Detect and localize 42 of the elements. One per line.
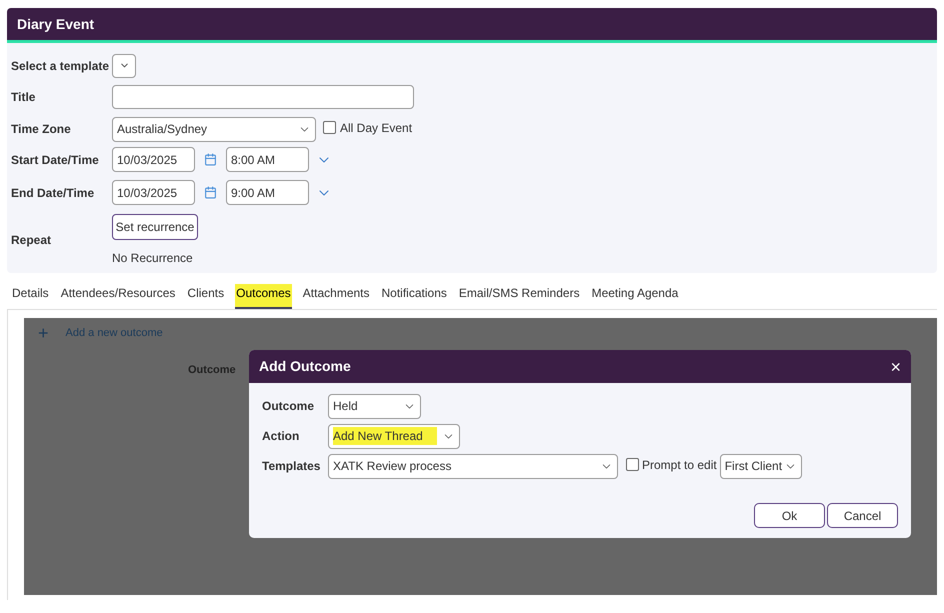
field-label: Outcome bbox=[262, 398, 316, 415]
tab[interactable]: Outcomes bbox=[235, 284, 292, 309]
client-select[interactable]: First Client bbox=[720, 454, 802, 478]
calendar-icon[interactable] bbox=[204, 153, 217, 166]
calendar-icon[interactable] bbox=[204, 186, 217, 199]
checkbox[interactable] bbox=[323, 121, 336, 134]
time-field[interactable]: 9:00 AM bbox=[226, 180, 309, 205]
checkbox[interactable] bbox=[626, 458, 639, 471]
dialog-button[interactable]: Cancel bbox=[827, 503, 898, 528]
field-label: Start Date/Time bbox=[11, 152, 100, 168]
dialog-title: Add Outcome bbox=[259, 357, 351, 376]
outcome-select[interactable]: Held bbox=[328, 394, 421, 418]
recurrence-status: No Recurrence bbox=[112, 250, 194, 266]
templates-select[interactable]: XATK Review process bbox=[328, 454, 618, 478]
date-field[interactable]: 10/03/2025 bbox=[112, 180, 195, 205]
timezone-select[interactable]: Australia/Sydney bbox=[112, 116, 316, 142]
field-label: Templates bbox=[262, 458, 322, 475]
tab[interactable]: Details bbox=[11, 284, 50, 309]
checkbox-label: All Day Event bbox=[340, 120, 412, 136]
close-icon[interactable]: × bbox=[890, 358, 901, 376]
window-title: Diary Event bbox=[17, 14, 94, 34]
field-label: Outcome bbox=[188, 363, 236, 378]
tab[interactable]: Attachments bbox=[302, 284, 370, 309]
time-field[interactable]: 8:00 AM bbox=[226, 147, 309, 172]
field-label: Time Zone bbox=[11, 121, 72, 138]
field-label: Repeat bbox=[11, 232, 52, 249]
checkbox-label: Prompt to edit bbox=[642, 456, 717, 474]
tab[interactable]: Clients bbox=[186, 284, 226, 309]
template-select[interactable] bbox=[112, 54, 136, 78]
field-label: End Date/Time bbox=[11, 184, 96, 202]
field-label: Select a template bbox=[11, 58, 110, 74]
field-label: Action bbox=[262, 428, 300, 445]
tab[interactable]: Email/SMS Reminders bbox=[458, 284, 581, 309]
date-field[interactable]: 10/03/2025 bbox=[112, 147, 195, 172]
tab[interactable]: Meeting Agenda bbox=[590, 284, 680, 309]
tab[interactable]: Attendees/Resources bbox=[60, 284, 176, 309]
field-label: Title bbox=[11, 89, 36, 106]
tab[interactable]: Notifications bbox=[380, 284, 448, 309]
action-select[interactable]: Add New Thread bbox=[328, 424, 460, 448]
set-recurrence-button[interactable]: Set recurrence bbox=[112, 214, 198, 240]
title-field[interactable] bbox=[112, 85, 414, 109]
dialog-button[interactable]: Ok bbox=[754, 503, 825, 528]
